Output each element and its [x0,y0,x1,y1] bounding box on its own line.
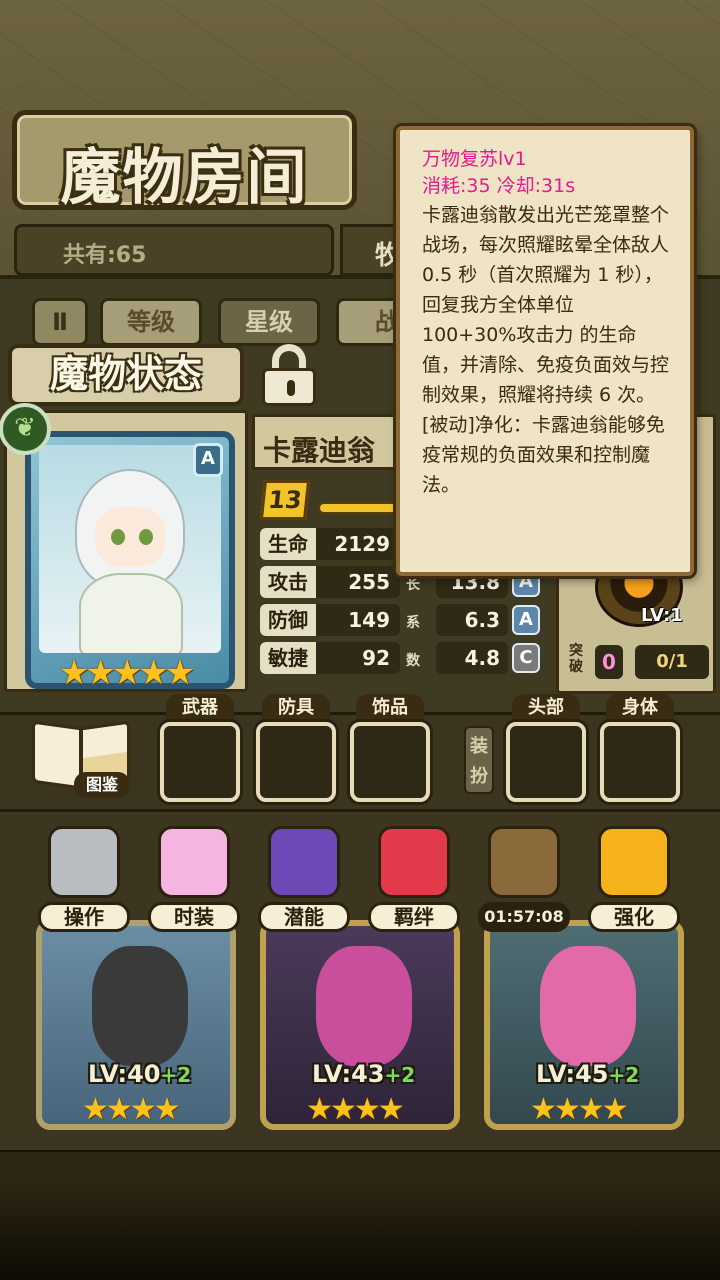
menu-label: 强化 [588,902,680,932]
heart-icon [378,826,450,898]
menu-label: 时装 [148,902,240,932]
monster-card[interactable]: LV:40+2 ★★★★ [36,920,236,1130]
growth-value: 4.8 [436,642,508,674]
monster-sprite [92,946,188,1066]
weapon-slot[interactable] [160,722,240,802]
growth-value: 6.3 [436,604,508,636]
breakthrough-label: 突破 [569,643,583,675]
stat-label: 攻击 [260,566,316,598]
orb-level: LV:1 [641,605,683,626]
growth-label: 长 [406,577,420,593]
menu-label: 潜能 [258,902,350,932]
growth-label: 系 [406,615,420,631]
stat-label: 敏捷 [260,642,316,674]
stat-hp: 生命 2129 [260,528,400,560]
level-badge: 13 [259,480,311,520]
demon-icon [268,826,340,898]
exp-bar [318,502,404,514]
stat-value: 92 [362,646,390,670]
enhance-button[interactable]: 强化 [584,818,684,938]
stat-label: 生命 [260,528,316,560]
menu-label: 羁绊 [368,902,460,932]
grade-badge: C [512,643,540,673]
growth-label: 数 [406,653,420,669]
pause-button[interactable]: Ⅱ [32,298,88,346]
bottom-strip [0,1150,720,1180]
bond-button[interactable]: 羁绊 [364,818,464,938]
monster-portrait-card: A ★★★★★ ❦ [0,403,248,693]
potential-button[interactable]: 潜能 [254,818,354,938]
stat-value: 149 [348,608,390,632]
monster-count-bar: 共有:65 [14,224,334,276]
monster-sprite [316,946,412,1066]
status-title: 魔物状态 [8,344,244,406]
stat-label: 防御 [260,604,316,636]
timed-reward-button[interactable]: 01:57:08 [474,818,574,938]
grade-badge: A [512,605,540,635]
monster-name: 卡露迪翁 [263,434,376,467]
title-banner: 魔物房间 [12,110,357,213]
page-title: 魔物房间 [60,143,309,213]
monster-stars: ★★★★★ [59,653,195,693]
stat-defense: 防御 149 [260,604,400,636]
breakthrough-ratio: 0/1 [635,645,709,679]
lock-icon[interactable] [256,340,322,408]
filter-star-button[interactable]: 星级 [218,298,320,346]
armor-slot[interactable] [256,722,336,802]
guide-book-button[interactable]: 图鉴 [30,716,134,798]
monster-count: 共有:65 [63,243,147,268]
clothes-icon [158,826,230,898]
card-stars: ★★★★ [82,1092,181,1127]
card-level: LV:45+2 [536,1060,640,1088]
portrait-frame: A ★★★★★ [25,431,235,693]
menu-label: 操作 [38,902,130,932]
leaf-icon: ❦ [0,403,51,455]
skill-passive: [被动]净化：卡露迪翁能够免疫常规的负面效果和控制魔法。 [422,414,665,496]
skill-name: 万物复苏lv1 [422,148,527,170]
reward-timer: 01:57:08 [478,902,570,932]
skill-tooltip: 万物复苏lv1 消耗:35 冷却:31s 卡露迪翁散发出光芒笼罩整个战场，每次照… [396,126,694,576]
body-slot[interactable] [600,722,680,802]
skill-cost: 消耗:35 冷却:31s [422,175,576,197]
accessory-slot[interactable] [350,722,430,802]
card-stars: ★★★★ [530,1092,629,1127]
monster-name-plate: 卡露迪翁 [252,414,402,470]
gear-icon [48,826,120,898]
slot-label-accessory: 饰品 [356,694,424,722]
gift-refresh-icon [488,826,560,898]
stat-value: 255 [348,570,390,594]
dress-up-tag: 装扮 [464,726,494,794]
monster-portrait [39,445,221,653]
operate-button[interactable]: 操作 [34,818,134,938]
slot-label-armor: 防具 [262,694,330,722]
bottom-background [0,1180,720,1280]
fashion-button[interactable]: 时装 [144,818,244,938]
slot-label-head: 头部 [512,694,580,722]
rank-badge: A [193,443,223,477]
breakthrough-count: 0 [595,645,623,679]
guide-label: 图鉴 [74,772,130,798]
stat-attack: 攻击 255 [260,566,400,598]
skill-description: 卡露迪翁散发出光芒笼罩整个战场，每次照耀眩晕全体敌人 0.5 秒（首次照耀为 1… [422,204,676,406]
slot-label-body: 身体 [606,694,674,722]
card-level: LV:40+2 [88,1060,192,1088]
filter-level-button[interactable]: 等级 [100,298,202,346]
arrow-up-icon [598,826,670,898]
head-slot[interactable] [506,722,586,802]
monster-card[interactable]: LV:43+2 ★★★★ [260,920,460,1130]
action-menu: 操作 时装 潜能 羁绊 01:57:08 强化 [0,818,720,938]
monster-card[interactable]: LV:45+2 ★★★★ [484,920,684,1130]
stat-agility: 敏捷 92 [260,642,400,674]
slot-label-weapon: 武器 [166,694,234,722]
monster-sprite [540,946,636,1066]
stat-value: 2129 [334,532,390,556]
card-level: LV:43+2 [312,1060,416,1088]
card-stars: ★★★★ [306,1092,405,1127]
